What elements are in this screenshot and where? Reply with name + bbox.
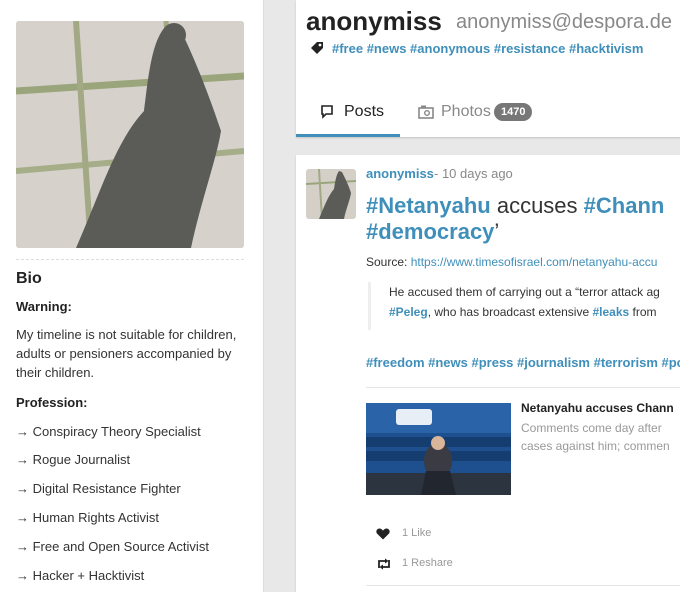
source-line: Source: https://www.timesofisrael.com/ne… (366, 255, 657, 269)
profile-header: anonymiss anonymiss@despora.de #free #ne… (296, 0, 680, 137)
post-avatar[interactable] (306, 169, 356, 219)
profession-heading: Profession: (16, 395, 88, 410)
divider (366, 585, 680, 586)
stream-post: anonymiss - 10 days ago #Netanyahu accus… (296, 155, 680, 592)
hashtag-link[interactable]: #Chann (584, 193, 665, 218)
likes-label: 1 Like (402, 527, 432, 539)
hashtag-link[interactable]: #Peleg (389, 305, 428, 319)
quote-text: He accused them of carrying out a “terro… (389, 285, 660, 299)
profession-item: → Conspiracy Theory Specialist (16, 424, 201, 439)
reshare-icon (376, 558, 392, 573)
profession-item: → Free and Open Source Activist (16, 539, 209, 554)
hashtag-link[interactable]: #Netanyahu (366, 193, 491, 218)
warning-text: My timeline is not suitable for children… (16, 327, 237, 380)
heart-icon (376, 528, 390, 543)
profile-name: anonymiss (306, 6, 442, 36)
post-timestamp[interactable]: - 10 days ago (434, 166, 513, 181)
divider (16, 259, 244, 260)
bio-title: Bio (16, 270, 42, 287)
hashtag-link[interactable]: #democracy (366, 219, 494, 244)
hashtag-link[interactable]: #leaks (592, 305, 629, 319)
embed-desc-line: Comments come day after (521, 421, 662, 435)
quote-text: from (629, 305, 657, 319)
post-author[interactable]: anonymiss (366, 166, 434, 181)
profession-item: → Human Rights Activist (16, 510, 160, 525)
tab-photos-label: Photos (441, 103, 491, 120)
post-quote: He accused them of carrying out a “terro… (368, 282, 680, 330)
profession-item: → Rogue Journalist (16, 452, 131, 467)
tab-posts[interactable]: Posts (296, 88, 400, 137)
quote-text: , who has broadcast extensive (427, 305, 593, 319)
profile-handle: anonymiss@despora.de (456, 11, 672, 33)
embed-title[interactable]: Netanyahu accuses Chann (521, 401, 674, 415)
embed-description: Comments come day after cases against hi… (521, 419, 680, 455)
profile-avatar[interactable] (16, 21, 244, 248)
speech-bubble-icon (320, 104, 336, 125)
profession-item: → Digital Resistance Fighter (16, 481, 181, 496)
camera-icon (418, 104, 434, 125)
embed-desc-line: cases against him; commen (521, 439, 670, 453)
tab-photos[interactable]: Photos 1470 (416, 88, 556, 137)
title-text: accuses (490, 193, 584, 218)
tag-icon (310, 41, 324, 55)
post-tags[interactable]: #freedom #news #press #journalism #terro… (366, 355, 680, 370)
embed-thumbnail[interactable] (366, 403, 511, 495)
source-link[interactable]: https://www.timesofisrael.com/netanyahu-… (411, 255, 658, 269)
warning-heading: Warning: (16, 299, 72, 314)
profile-tags[interactable]: #free #news #anonymous #resistance #hack… (332, 41, 643, 56)
title-text: ’ (494, 219, 500, 244)
tab-posts-label: Posts (344, 103, 385, 120)
photos-count-badge: 1470 (494, 103, 533, 121)
profession-item: → Hacker + Hacktivist (16, 568, 145, 583)
reshares-label: 1 Reshare (402, 557, 453, 569)
post-title: #Netanyahu accuses #Chann #democracy’ (366, 193, 680, 245)
profile-sidebar: Bio Warning: My timeline is not suitable… (0, 0, 264, 592)
source-label: Source: (366, 255, 411, 269)
divider (366, 387, 680, 388)
